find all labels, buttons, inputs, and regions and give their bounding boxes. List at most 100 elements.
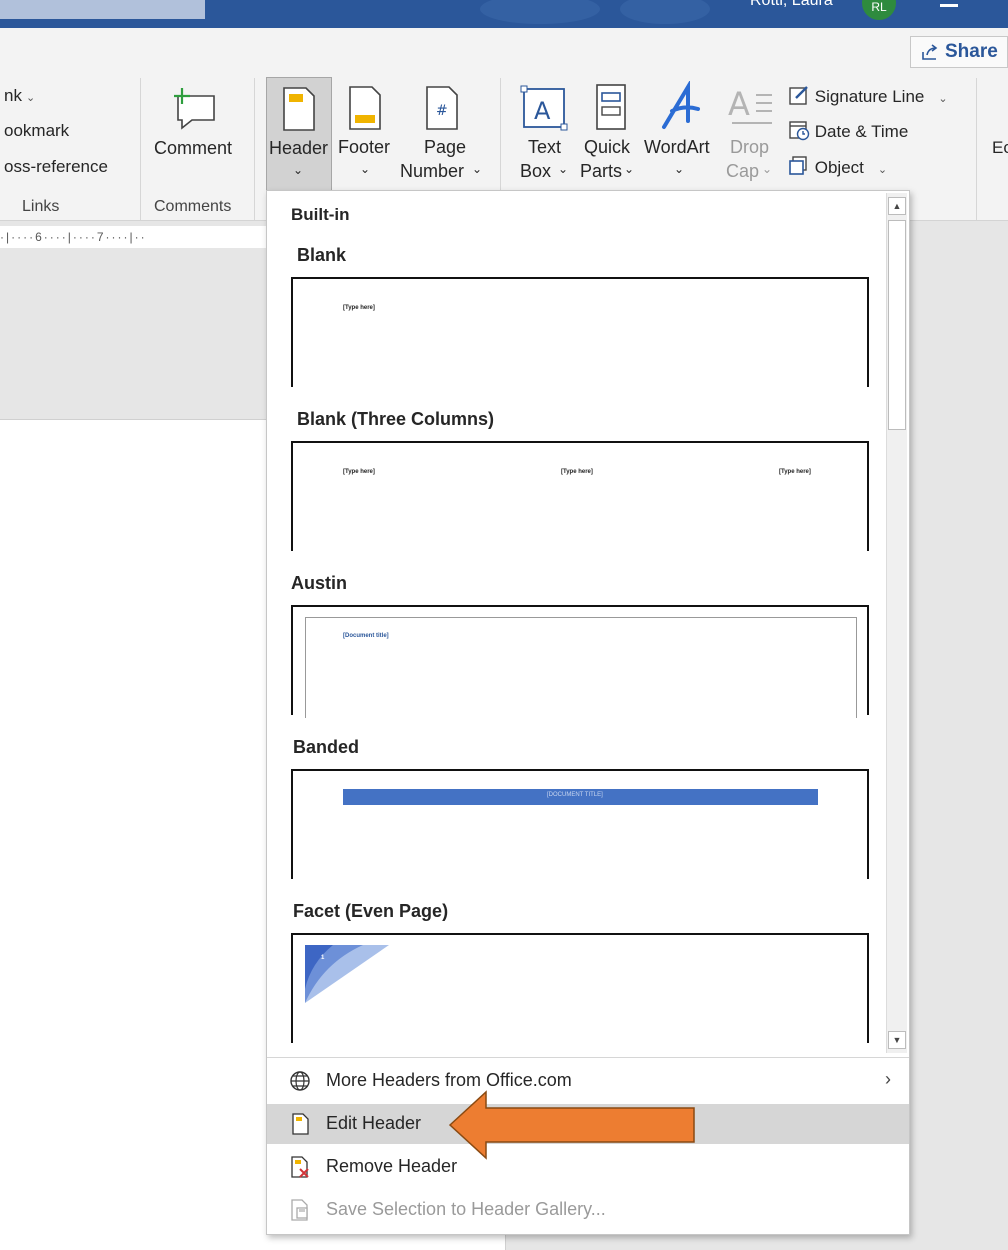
- comment-label: Comment: [154, 138, 233, 158]
- annotation-arrow: [448, 1090, 695, 1160]
- titlebar-pattern: [480, 0, 600, 24]
- save-selection-label: Save Selection to Header Gallery...: [326, 1199, 606, 1219]
- calendar-clock-icon: [789, 121, 810, 141]
- drop-cap-icon: A: [728, 85, 772, 124]
- quick-parts-label-1: Quick: [584, 137, 631, 157]
- document-background: [0, 248, 266, 420]
- signature-line-label: Signature Line: [814, 87, 925, 106]
- placeholder-text: [Type here]: [779, 469, 811, 475]
- cross-reference-button[interactable]: oss-reference: [4, 157, 108, 177]
- facet-decoration: [305, 945, 389, 1003]
- placeholder-text: [Type here]: [343, 469, 375, 475]
- page-number-icon: #: [426, 86, 458, 130]
- page-number-placeholder: 1: [321, 955, 325, 961]
- more-headers-label: More Headers from Office.com: [326, 1070, 572, 1090]
- header-template-facet-even-page[interactable]: 1: [291, 933, 869, 1043]
- bookmark-button[interactable]: ookmark: [4, 121, 69, 141]
- gallery-section-title: Blank: [297, 245, 347, 265]
- chevron-down-icon: ⌄: [762, 162, 773, 176]
- chevron-down-icon: ⌄: [472, 162, 483, 176]
- title-bar: Rotti, Laura RL: [0, 0, 1008, 28]
- gallery-section-title: Facet (Even Page): [293, 901, 449, 921]
- signature-line-icon: [789, 86, 808, 105]
- text-box-label-2: Box: [520, 161, 552, 181]
- chevron-down-icon: ⌄: [938, 93, 948, 105]
- links-group-label: Links: [22, 198, 60, 215]
- globe-icon: [290, 1071, 310, 1091]
- text-box-label-1: Text: [528, 137, 562, 157]
- gallery-scrollbar[interactable]: ▲ ▼: [886, 193, 907, 1053]
- placeholder-text: [Type here]: [343, 305, 375, 311]
- header-template-banded[interactable]: [DOCUMENT TITLE]: [291, 769, 869, 879]
- gallery-section-title: Banded: [293, 737, 360, 757]
- header-icon: [283, 87, 315, 131]
- footer-icon: [349, 86, 381, 130]
- comment-button[interactable]: Comment: [150, 78, 242, 188]
- header-template-blank[interactable]: [Type here]: [291, 277, 869, 387]
- link-label: nk: [4, 86, 22, 105]
- avatar[interactable]: RL: [862, 0, 896, 20]
- chevron-down-icon: ⌄: [360, 162, 371, 176]
- ribbon-display-options-icon[interactable]: [940, 4, 958, 7]
- placeholder-text: [DOCUMENT TITLE]: [547, 792, 603, 798]
- comments-group-label: Comments: [154, 198, 232, 215]
- remove-header-icon: [291, 1156, 309, 1178]
- scroll-up-icon[interactable]: ▲: [888, 197, 906, 215]
- chevron-down-icon: ⌄: [624, 162, 635, 176]
- drop-cap-label-1: Drop: [730, 137, 770, 157]
- link-button[interactable]: nk ⌄: [4, 86, 35, 106]
- remove-header-label: Remove Header: [326, 1156, 458, 1176]
- chevron-down-icon: ⌄: [674, 162, 685, 176]
- group-separator: [140, 78, 141, 220]
- wordart-label: WordArt: [644, 137, 710, 157]
- group-separator: [976, 78, 977, 220]
- gallery-section-title: Austin: [291, 573, 347, 593]
- user-name[interactable]: Rotti, Laura: [750, 0, 833, 10]
- chevron-down-icon: ⌄: [293, 163, 304, 177]
- header-template-austin[interactable]: [Document title]: [291, 605, 869, 718]
- quick-parts-label-2: Parts: [580, 161, 623, 181]
- signature-line-button[interactable]: Signature Line ⌄: [788, 84, 948, 107]
- chevron-down-icon: ⌄: [877, 164, 888, 176]
- header-label: Header: [269, 138, 329, 158]
- share-button[interactable]: Share: [910, 36, 1008, 68]
- placeholder-text: [Type here]: [561, 469, 593, 475]
- horizontal-ruler[interactable]: ·|····6····|····7····|··: [0, 226, 266, 249]
- comment-icon: [174, 88, 215, 130]
- share-icon: [922, 44, 938, 60]
- quick-parts-icon: [596, 84, 626, 130]
- equation-button-cutoff[interactable]: Ec: [992, 138, 1008, 158]
- drop-cap-label-2: Cap: [726, 161, 760, 181]
- chevron-right-icon: ›: [885, 1069, 891, 1089]
- gallery-section-title: Blank (Three Columns): [297, 409, 495, 429]
- object-button[interactable]: Object ⌄: [788, 155, 887, 178]
- menu-divider: [267, 1057, 909, 1058]
- header-template-blank-three-columns[interactable]: [Type here] [Type here] [Type here]: [291, 441, 869, 551]
- edit-header-label: Edit Header: [326, 1113, 422, 1133]
- object-icon: [789, 156, 807, 175]
- gallery-category-title: Built-in: [291, 205, 350, 224]
- save-selection-menu-item[interactable]: Save Selection to Header Gallery...: [267, 1190, 909, 1230]
- svg-text:#: #: [436, 103, 448, 119]
- save-gallery-icon: [291, 1199, 308, 1221]
- share-label: Share: [945, 41, 998, 62]
- chevron-down-icon: ⌄: [558, 162, 569, 176]
- titlebar-pattern: [620, 0, 710, 24]
- page-number-label-1: Page: [424, 137, 467, 157]
- search-box[interactable]: [0, 0, 205, 19]
- svg-text:A: A: [534, 97, 551, 125]
- object-label: Object: [814, 158, 864, 177]
- scrollbar-thumb[interactable]: [888, 220, 906, 430]
- date-time-button[interactable]: Date & Time: [788, 119, 908, 142]
- page-number-label-2: Number: [400, 161, 465, 181]
- svg-text:A: A: [728, 85, 750, 123]
- chevron-down-icon: ⌄: [25, 92, 36, 104]
- scroll-down-icon[interactable]: ▼: [888, 1031, 906, 1049]
- page-header-icon: [292, 1113, 309, 1135]
- footer-label: Footer: [338, 137, 391, 157]
- text-box-icon: A: [520, 85, 568, 131]
- placeholder-text: [Document title]: [343, 633, 389, 639]
- wordart-icon: [662, 81, 700, 129]
- date-time-label: Date & Time: [814, 122, 909, 141]
- group-separator: [254, 78, 255, 220]
